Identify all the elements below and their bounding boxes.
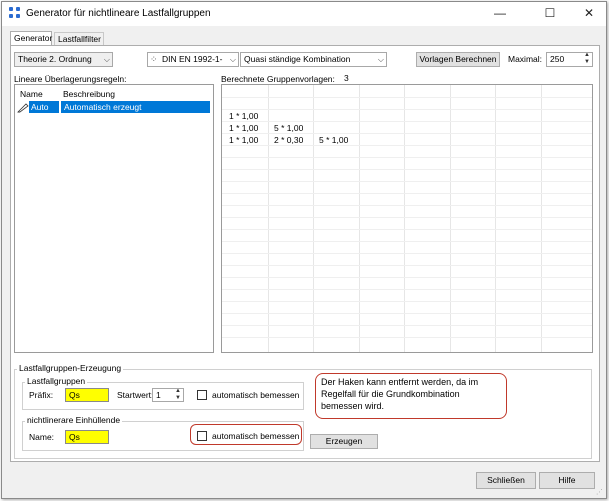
window-title: Generator für nichtlineare Lastfallgrupp… (26, 8, 211, 19)
edit-pencil-icon (17, 103, 29, 113)
chevron-down-icon: ⌵ (377, 55, 384, 64)
templates-count: 3 (344, 73, 349, 83)
lcg-group-title: Lastfallgruppen (25, 376, 88, 386)
grid-line (222, 121, 592, 122)
chevron-down-icon: ⌵ (229, 55, 236, 64)
grid-line (222, 217, 592, 218)
envelope-name-input[interactable]: Qs (65, 430, 109, 444)
grid-line (222, 169, 592, 170)
maximize-button[interactable]: ☐ (535, 4, 565, 22)
grid-line (222, 229, 592, 230)
grid-line (222, 325, 592, 326)
rule-description-cell[interactable]: Automatisch erzeugt (61, 101, 210, 113)
grid-line (222, 109, 592, 110)
tab-generator[interactable]: Generator (10, 31, 52, 46)
grid-line (222, 313, 592, 314)
create-button[interactable]: Erzeugen (310, 434, 378, 449)
generation-title: Lastfallgruppen-Erzeugung (17, 363, 124, 373)
grid-line (222, 145, 592, 146)
analysis-type-value: Theorie 2. Ordnung (18, 54, 92, 64)
annotation-callout: Der Haken kann entfernt werden, da im Re… (315, 373, 507, 419)
maximal-spinner[interactable]: 250 ▲ ▼ (546, 52, 593, 67)
grid-line (222, 133, 592, 134)
close-button[interactable]: Schließen (476, 472, 536, 489)
app-icon (9, 7, 21, 19)
grid-line (495, 85, 496, 352)
template-cell: 2 * 0,30 (274, 135, 304, 145)
rule-name-cell[interactable]: Auto (29, 101, 59, 113)
rules-header: Lineare Überlagerungsregeln: (14, 74, 127, 84)
template-cell: 5 * 1,00 (274, 123, 304, 133)
generator-window: Generator für nichtlineare Lastfallgrupp… (1, 1, 607, 499)
grid-line (222, 337, 592, 338)
minimize-button[interactable]: — (485, 4, 515, 22)
grid-line (404, 85, 405, 352)
norm-select[interactable]: ⁘ DIN EN 1992-1- ⌵ (147, 52, 239, 67)
template-cell: 1 * 1,00 (229, 111, 259, 121)
name-label: Name: (29, 432, 55, 442)
combination-select[interactable]: Quasi ständige Kombination ⌵ (240, 52, 387, 67)
grid-line (222, 301, 592, 302)
generator-panel: Theorie 2. Ordnung ⌵ ⁘ DIN EN 1992-1- ⌵ … (10, 45, 600, 462)
grid-line (222, 241, 592, 242)
grid-line (313, 85, 314, 352)
grid-line (222, 97, 592, 98)
help-button[interactable]: Hilfe (539, 472, 595, 489)
grid-line (222, 253, 592, 254)
template-cell: 5 * 1,00 (319, 135, 349, 145)
spin-arrows-icon[interactable]: ▲ ▼ (175, 389, 181, 401)
annotation-highlight-ring (190, 424, 302, 445)
start-value-label: Startwert: (117, 390, 154, 400)
grid-line (222, 157, 592, 158)
grid-line (359, 85, 360, 352)
maximal-value: 250 (550, 54, 565, 64)
template-cell: 1 * 1,00 (229, 135, 259, 145)
combination-value: Quasi ständige Kombination (244, 54, 351, 64)
template-cell: 1 * 1,00 (229, 123, 259, 133)
annotation-text: Der Haken kann entfernt werden, da im Re… (321, 377, 479, 411)
maximal-label: Maximal: (508, 54, 543, 64)
spin-arrows-icon[interactable]: ▲ ▼ (584, 53, 590, 66)
tab-lastfallfilter[interactable]: Lastfallfilter (54, 32, 104, 46)
auto-design-checkbox[interactable] (197, 390, 207, 400)
prefix-label: Präfix: (29, 390, 54, 400)
norm-value: DIN EN 1992-1- (162, 54, 223, 64)
analysis-type-select[interactable]: Theorie 2. Ordnung ⌵ (14, 52, 113, 67)
start-value: 1 (156, 390, 161, 400)
auto-design-label: automatisch bemessen (212, 390, 300, 400)
envelope-group-title: nichtlinerare Einhüllende (25, 415, 123, 425)
title-bar: Generator für nichtlineare Lastfallgrupp… (2, 2, 606, 26)
close-window-button[interactable]: ✕ (574, 4, 604, 22)
grid-line (222, 265, 592, 266)
rules-col-description: Beschreibung (63, 89, 115, 99)
grid-line (222, 289, 592, 290)
grid-line (222, 277, 592, 278)
templates-header: Berechnete Gruppenvorlagen: (221, 74, 335, 84)
grid-line (222, 181, 592, 182)
grid-line (268, 85, 269, 352)
grid-line (222, 205, 592, 206)
prefix-input[interactable]: Qs (65, 388, 109, 402)
templates-grid[interactable]: 1 * 1,00 1 * 1,00 5 * 1,00 1 * 1,00 2 * … (221, 84, 593, 353)
resize-grip-icon[interactable]: ⋰ (596, 488, 603, 496)
chevron-down-icon: ⌵ (103, 55, 110, 64)
grid-line (222, 193, 592, 194)
rules-col-name: Name (20, 89, 43, 99)
norm-icon: ⁘ (150, 54, 158, 64)
start-value-spinner[interactable]: 1 ▲ ▼ (152, 388, 184, 402)
grid-line (450, 85, 451, 352)
grid-line (541, 85, 542, 352)
rules-list[interactable]: Name Beschreibung Auto Automatisch erzeu… (14, 84, 214, 353)
rules-row[interactable]: Auto Automatisch erzeugt (15, 101, 213, 113)
compute-templates-button[interactable]: Vorlagen Berechnen (416, 52, 500, 67)
